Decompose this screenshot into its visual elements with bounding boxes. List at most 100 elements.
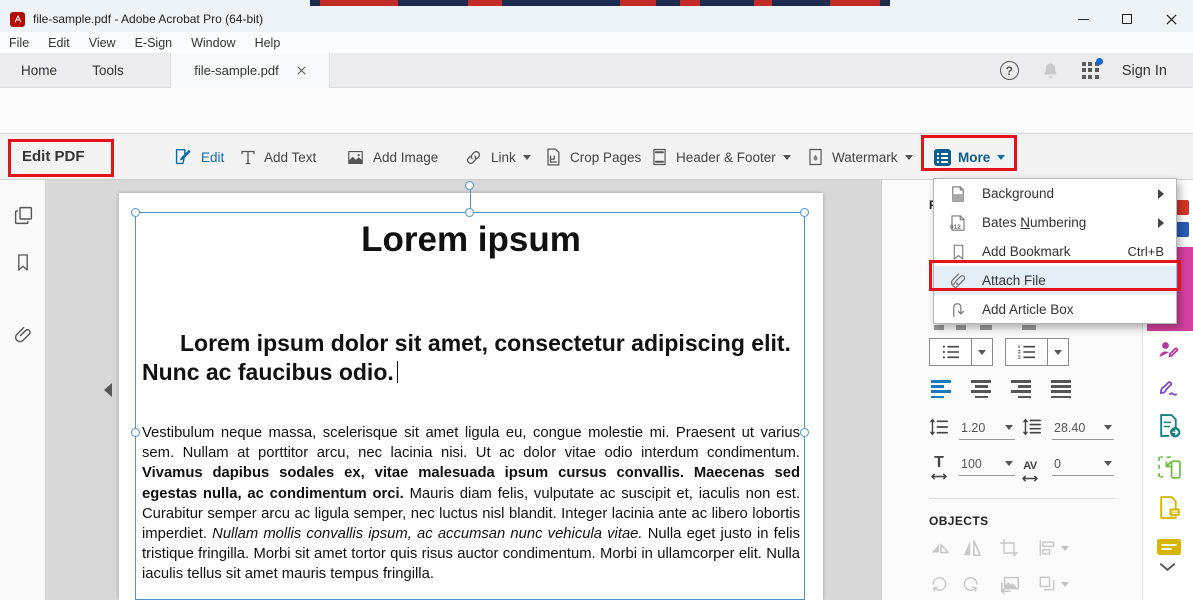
horizontal-scale-value: 100 <box>961 457 982 471</box>
replace-image-button[interactable] <box>999 574 1021 594</box>
tab-home[interactable]: Home <box>0 53 78 88</box>
selection-handle-mid-left[interactable] <box>131 428 140 437</box>
link-tool-button[interactable]: Link <box>463 134 531 180</box>
acrobat-window: file-sample.pdf - Adobe Acrobat Pro (64-… <box>0 0 1193 600</box>
panel-divider <box>929 498 1115 499</box>
tab-bar: Home Tools file-sample.pdf ? Sign In <box>0 53 1193 88</box>
fill-and-sign-icon[interactable] <box>1156 338 1181 362</box>
numbered-list-dropdown[interactable] <box>1048 339 1068 365</box>
align-justify-button[interactable] <box>1051 380 1071 401</box>
add-image-label: Add Image <box>373 150 438 165</box>
rotate-left-button[interactable] <box>929 574 949 594</box>
add-image-button[interactable]: Add Image <box>345 134 438 180</box>
menu-window[interactable]: Window <box>191 36 235 50</box>
align-right-button[interactable] <box>1011 380 1031 401</box>
header-footer-button[interactable]: Header & Footer <box>650 134 791 180</box>
bullet-list-button[interactable] <box>929 338 993 366</box>
flip-horizontal-button[interactable] <box>961 538 983 558</box>
add-text-button[interactable]: Add Text <box>239 134 316 180</box>
help-icon[interactable]: ? <box>1000 61 1019 80</box>
attachments-icon[interactable] <box>13 325 34 346</box>
maximize-button[interactable] <box>1105 6 1149 32</box>
tab-document[interactable]: file-sample.pdf <box>170 53 330 88</box>
collapse-left-pane-icon[interactable] <box>104 383 112 397</box>
crop-pages-label: Crop Pages <box>570 150 641 165</box>
menu-esign[interactable]: E-Sign <box>135 36 173 50</box>
crop-object-button[interactable] <box>999 538 1019 558</box>
edit-tool-label: Edit <box>201 150 224 165</box>
character-spacing-select[interactable]: 0 <box>1052 452 1114 476</box>
bates-numbering-icon: 012 <box>947 212 969 234</box>
paragraph-spacing-select[interactable]: 28.40 <box>1052 416 1114 440</box>
chevron-down-icon <box>1104 425 1112 430</box>
notifications-bell-icon[interactable] <box>1041 61 1060 80</box>
text-selection-box[interactable] <box>135 212 805 600</box>
watermark-button[interactable]: Watermark <box>806 134 913 180</box>
more-dropdown-menu: Background 012 Bates Numbering Add Bookm… <box>933 178 1177 324</box>
rotate-right-button[interactable] <box>961 574 981 594</box>
article-box-icon <box>947 299 969 321</box>
horizontal-scale-icon: T <box>930 454 948 480</box>
line-spacing-select[interactable]: 1.20 <box>959 416 1015 440</box>
tab-tools[interactable]: Tools <box>78 53 138 88</box>
main-toolbar: 1 / 4 89.7% <box>0 88 1193 134</box>
menu-view[interactable]: View <box>89 36 116 50</box>
left-navigation-rail <box>0 180 46 600</box>
sign-pen-tool-icon[interactable] <box>1156 376 1181 399</box>
numbered-list-button[interactable] <box>1005 338 1069 366</box>
paragraph-spacing-icon <box>1022 418 1042 436</box>
covered-control-fragment <box>956 325 966 330</box>
menu-help[interactable]: Help <box>255 36 281 50</box>
menu-item-bates-numbering[interactable]: 012 Bates Numbering <box>934 208 1176 237</box>
add-text-label: Add Text <box>264 150 316 165</box>
chevron-down-icon <box>523 155 531 160</box>
arrange-objects-button[interactable] <box>1037 574 1069 594</box>
align-center-button[interactable] <box>971 380 991 401</box>
character-spacing-icon: AV <box>1021 456 1039 482</box>
annotation-box-more <box>921 135 1017 171</box>
rotation-handle[interactable] <box>465 181 474 190</box>
chevron-down-icon <box>1104 461 1112 466</box>
crop-pages-button[interactable]: Crop Pages <box>543 134 641 180</box>
align-left-button[interactable] <box>931 380 951 401</box>
sign-in-button[interactable]: Sign In <box>1122 63 1167 79</box>
selection-handle-top-right[interactable] <box>800 208 809 217</box>
link-tool-label: Link <box>491 150 516 165</box>
minimize-button[interactable] <box>1061 6 1105 32</box>
more-tools-card-icon[interactable] <box>1156 538 1182 558</box>
watermark-label: Watermark <box>832 150 898 165</box>
covered-control-fragment <box>1022 325 1036 330</box>
submenu-arrow-icon <box>1158 218 1164 228</box>
apps-grid-icon[interactable] <box>1082 62 1100 80</box>
export-pdf-icon[interactable] <box>1156 412 1183 439</box>
selection-handle-top-center[interactable] <box>465 208 474 217</box>
align-objects-button[interactable] <box>1037 538 1069 558</box>
selection-handle-mid-right[interactable] <box>800 428 809 437</box>
annotation-box-attach-file <box>929 260 1181 291</box>
tab-close-icon[interactable] <box>297 66 306 75</box>
menu-edit[interactable]: Edit <box>48 36 70 50</box>
page-thumbnails-icon[interactable] <box>13 205 34 226</box>
bookmarks-icon[interactable] <box>13 252 34 273</box>
line-spacing-value: 1.20 <box>961 421 985 435</box>
menu-item-background[interactable]: Background <box>934 179 1176 208</box>
menu-item-add-article-box[interactable]: Add Article Box <box>934 295 1176 324</box>
submenu-arrow-icon <box>1158 189 1164 199</box>
close-window-button[interactable] <box>1149 6 1193 32</box>
chevron-down-icon <box>783 155 791 160</box>
optimize-pdf-icon[interactable] <box>1156 454 1183 481</box>
shortcut-label: Ctrl+B <box>1128 244 1164 259</box>
comment-document-icon[interactable] <box>1156 494 1183 521</box>
bullet-list-dropdown[interactable] <box>972 339 992 365</box>
header-footer-label: Header & Footer <box>676 150 776 165</box>
menu-file[interactable]: File <box>9 36 29 50</box>
title-bar: file-sample.pdf - Adobe Acrobat Pro (64-… <box>0 6 1193 32</box>
menu-bar: File Edit View E-Sign Window Help <box>0 32 1193 53</box>
edit-tool-button[interactable]: Edit <box>172 134 224 180</box>
background-page-icon <box>947 183 969 205</box>
acrobat-logo-icon <box>10 12 25 27</box>
horizontal-scale-select[interactable]: 100 <box>959 452 1015 476</box>
selection-handle-top-left[interactable] <box>131 208 140 217</box>
expand-tools-chevron-icon[interactable] <box>1159 562 1176 572</box>
flip-vertical-button[interactable] <box>929 538 951 558</box>
